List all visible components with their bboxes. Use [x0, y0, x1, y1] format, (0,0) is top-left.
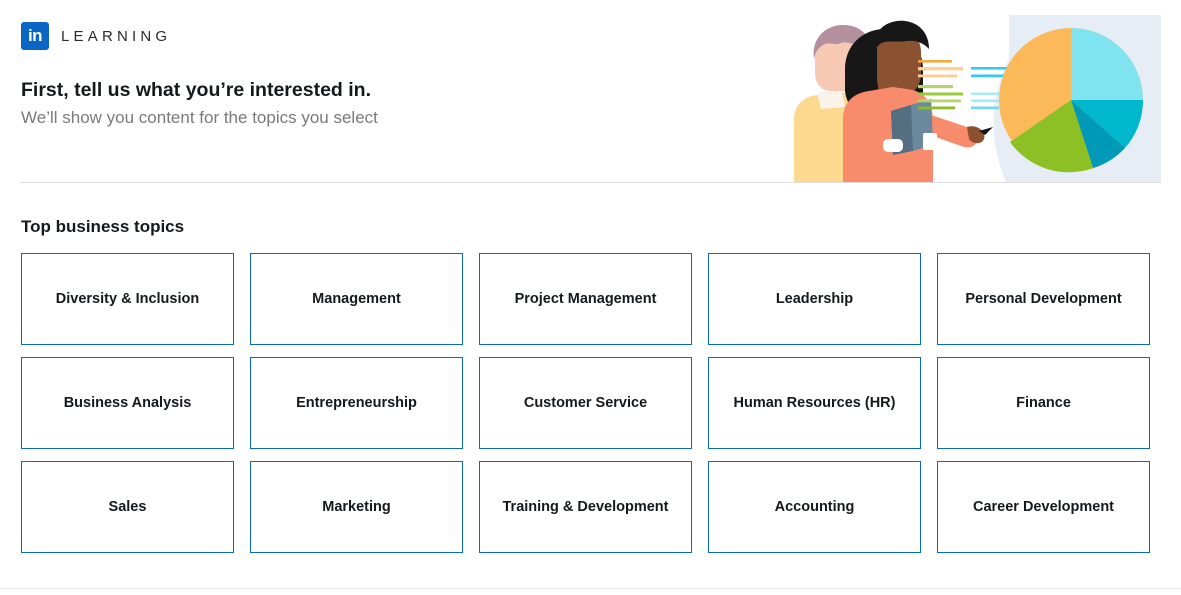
text-lines-left	[918, 60, 963, 110]
page-subtitle: We’ll show you content for the topics yo…	[21, 108, 378, 128]
topic-card-label: Marketing	[322, 499, 391, 516]
topics-section: Top business topics Diversity & Inclusio…	[0, 183, 1181, 554]
topic-card-customer-service[interactable]: Customer Service	[479, 357, 692, 450]
topic-card-label: Management	[312, 291, 401, 308]
page-header: in LEARNING First, tell us what you’re i…	[0, 0, 1181, 183]
topic-card-label: Personal Development	[965, 291, 1122, 308]
hero-illustration	[781, 15, 1161, 182]
topic-card-label: Diversity & Inclusion	[55, 291, 200, 308]
topic-card-label: Sales	[108, 499, 147, 516]
topic-card-accounting[interactable]: Accounting	[708, 461, 921, 554]
topic-card-human-resources[interactable]: Human Resources (HR)	[708, 357, 921, 450]
topic-card-label: Career Development	[972, 499, 1115, 516]
topic-card-project-management[interactable]: Project Management	[479, 253, 692, 346]
onboarding-page: in LEARNING First, tell us what you’re i…	[0, 0, 1181, 595]
pie-chart-illustration	[999, 28, 1144, 173]
header-text-block: First, tell us what you’re interested in…	[21, 78, 378, 130]
figure-left	[794, 25, 876, 182]
text-lines-right	[971, 67, 1009, 110]
topic-grid: Diversity & Inclusion Management Project…	[21, 253, 1150, 554]
linkedin-learning-logo[interactable]: in LEARNING	[21, 22, 171, 50]
topic-card-diversity-and-inclusion[interactable]: Diversity & Inclusion	[21, 253, 234, 346]
topic-card-career-development[interactable]: Career Development	[937, 461, 1150, 554]
learning-wordmark: LEARNING	[61, 27, 172, 45]
linkedin-icon: in	[21, 22, 49, 50]
topic-card-label: Customer Service	[523, 395, 648, 412]
topic-card-personal-development[interactable]: Personal Development	[937, 253, 1150, 346]
topic-card-label: Accounting	[774, 499, 855, 516]
topic-card-label: Business Analysis	[63, 395, 192, 412]
illustration-backdrop	[993, 15, 1161, 182]
topic-card-label: Leadership	[775, 291, 854, 308]
section-title: Top business topics	[21, 217, 185, 236]
topic-card-finance[interactable]: Finance	[937, 357, 1150, 450]
topic-card-marketing[interactable]: Marketing	[250, 461, 463, 554]
topic-card-label: Training & Development	[502, 499, 669, 516]
figure-right	[843, 20, 993, 182]
topic-card-management[interactable]: Management	[250, 253, 463, 346]
topic-card-business-analysis[interactable]: Business Analysis	[21, 357, 234, 450]
header-divider	[20, 182, 1161, 183]
topic-card-label: Finance	[1016, 395, 1071, 412]
topic-card-label: Entrepreneurship	[296, 395, 417, 412]
page-title: First, tell us what you’re interested in…	[21, 79, 371, 101]
footer-divider	[0, 588, 1181, 589]
topic-card-label: Project Management	[514, 291, 657, 308]
topic-card-leadership[interactable]: Leadership	[708, 253, 921, 346]
topic-card-label: Human Resources (HR)	[733, 395, 896, 412]
linkedin-icon-text: in	[27, 26, 43, 45]
topic-card-sales[interactable]: Sales	[21, 461, 234, 554]
topic-card-training-and-development[interactable]: Training & Development	[479, 461, 692, 554]
topic-card-entrepreneurship[interactable]: Entrepreneurship	[250, 357, 463, 450]
